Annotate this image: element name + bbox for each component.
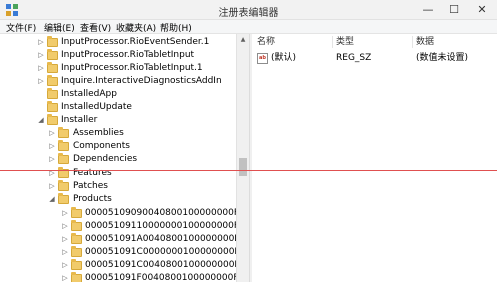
expand-arrow-icon[interactable]: ▷ xyxy=(61,233,69,246)
expand-arrow-icon[interactable]: ▷ xyxy=(61,220,69,233)
tree-item-label: InstalledApp xyxy=(61,89,117,99)
folder-icon xyxy=(47,75,58,86)
tree-item-label: 000051091A0040800100000000F01FEC xyxy=(85,234,249,244)
tree-item-label: Features xyxy=(73,168,112,178)
folder-icon xyxy=(71,246,82,257)
red-guide-line xyxy=(0,170,497,171)
folder-icon xyxy=(47,49,58,60)
menu-view[interactable]: 查看(V) xyxy=(80,21,111,34)
collapse-arrow-icon[interactable]: ◢ xyxy=(48,193,56,206)
tree-item[interactable]: ▷ Dependencies xyxy=(0,153,236,166)
scroll-up-arrow-icon[interactable]: ▲ xyxy=(237,34,249,46)
registry-values-pane: 名称 类型 数据 ab (默认) REG_SZ (数值未设置) xyxy=(252,34,497,282)
tree-item[interactable]: ▷ 000051091C0000000100000000F01FEC xyxy=(0,246,249,259)
expand-arrow-icon[interactable]: ▷ xyxy=(61,207,69,220)
tree-item[interactable]: ▷ 000051091C0040800100000000F01FEC xyxy=(0,259,249,272)
expand-arrow-icon[interactable]: ▷ xyxy=(61,259,69,272)
tree-item-label: Assemblies xyxy=(73,128,124,138)
tree-item-label: 000051091C0000000100000000F01FEC xyxy=(85,247,249,257)
maximize-button[interactable]: ☐ xyxy=(441,0,467,20)
tree-item[interactable]: ▷ InputProcessor.RioTabletInput.1 xyxy=(0,62,236,75)
tree-item[interactable]: ◢ Installer xyxy=(0,114,236,127)
registry-key-tree: ▷ InputProcessor.RioEventSender.1 ▷ Inpu… xyxy=(0,34,249,282)
tree-item[interactable]: ▷ Components xyxy=(0,140,236,153)
tree-item-label: InputProcessor.RioEventSender.1 xyxy=(61,37,210,47)
tree-item[interactable]: ◢ Products xyxy=(0,193,236,206)
value-data: (数值未设置) xyxy=(416,53,469,63)
menu-bar: 文件(F) 编辑(E) 查看(V) 收藏夹(A) 帮助(H) xyxy=(0,20,497,34)
tree-item[interactable]: ▷ Patches xyxy=(0,180,236,193)
expand-arrow-icon[interactable]: ▷ xyxy=(61,272,69,282)
folder-icon xyxy=(58,193,69,204)
tree-item-label: 00005109090040800100000000F01FEC xyxy=(85,208,249,218)
tree-item-label: InputProcessor.RioTabletInput xyxy=(61,50,195,60)
menu-file[interactable]: 文件(F) xyxy=(6,21,36,34)
tree-item-label: Installer xyxy=(61,115,98,125)
expand-arrow-icon[interactable]: ▷ xyxy=(48,153,56,166)
value-type: REG_SZ xyxy=(336,53,372,63)
tree-item-label: Products xyxy=(73,194,112,204)
value-name: (默认) xyxy=(271,53,297,63)
tree-item-label: InstalledUpdate xyxy=(61,102,132,112)
folder-icon xyxy=(47,101,58,112)
expand-arrow-icon[interactable]: ▷ xyxy=(61,246,69,259)
tree-item[interactable]: InstalledApp xyxy=(0,88,236,101)
tree-item[interactable]: ▷ 000051091F0040800100000000F01FEC xyxy=(0,272,249,282)
folder-icon xyxy=(58,127,69,138)
tree-item-label: Components xyxy=(73,141,130,151)
folder-icon xyxy=(71,272,82,282)
expand-arrow-icon[interactable]: ▷ xyxy=(37,75,45,88)
menu-favorites[interactable]: 收藏夹(A) xyxy=(116,21,156,34)
expand-arrow-icon[interactable]: ▷ xyxy=(37,62,45,75)
tree-item-label: Inquire.InteractiveDiagnosticsAddIn xyxy=(61,76,222,86)
collapse-arrow-icon[interactable]: ◢ xyxy=(37,114,45,127)
folder-icon xyxy=(47,62,58,73)
tree-item-label: InputProcessor.RioTabletInput.1 xyxy=(61,63,203,73)
tree-item-label: Dependencies xyxy=(73,154,138,164)
menu-edit[interactable]: 编辑(E) xyxy=(44,21,75,34)
folder-icon xyxy=(47,88,58,99)
tree-item-label: 00005109110000000100000000F01FEC xyxy=(85,221,249,231)
folder-icon xyxy=(71,233,82,244)
tree-item-label: 000051091C0040800100000000F01FEC xyxy=(85,260,249,270)
tree-item[interactable]: ▷ 000051091A0040800100000000F01FEC xyxy=(0,233,249,246)
tree-item-label: Patches xyxy=(73,181,108,191)
folder-icon xyxy=(71,259,82,270)
close-button[interactable]: ✕ xyxy=(467,0,497,20)
tree-item[interactable]: ▷ Inquire.InteractiveDiagnosticsAddIn xyxy=(0,75,236,88)
expand-arrow-icon[interactable]: ▷ xyxy=(48,180,56,193)
expand-arrow-icon[interactable]: ▷ xyxy=(48,167,56,180)
folder-icon xyxy=(47,114,58,125)
tree-item[interactable]: InstalledUpdate xyxy=(0,101,236,114)
tree-scrollbar[interactable]: ▲ xyxy=(236,34,249,282)
column-header-name[interactable]: 名称 xyxy=(257,34,275,50)
tree-item-label: 000051091F0040800100000000F01FEC xyxy=(85,273,249,282)
string-value-icon: ab xyxy=(257,53,268,64)
menu-help[interactable]: 帮助(H) xyxy=(160,21,192,34)
tree-item[interactable]: ▷ 00005109090040800100000000F01FEC xyxy=(0,207,249,220)
folder-icon xyxy=(58,153,69,164)
tree-item[interactable]: ▷ InputProcessor.RioEventSender.1 xyxy=(0,36,236,49)
scroll-thumb[interactable] xyxy=(239,158,247,176)
tree-item[interactable]: ▷ Assemblies xyxy=(0,127,236,140)
title-bar: 注册表编辑器 — ☐ ✕ xyxy=(0,0,497,20)
tree-item[interactable]: ▷ 00005109110000000100000000F01FEC xyxy=(0,220,249,233)
expand-arrow-icon[interactable]: ▷ xyxy=(37,49,45,62)
folder-icon xyxy=(47,36,58,47)
tree-item[interactable]: ▷ Features xyxy=(0,167,236,180)
column-header-data[interactable]: 数据 xyxy=(416,34,434,50)
folder-icon xyxy=(71,220,82,231)
minimize-button[interactable]: — xyxy=(415,0,441,20)
column-header-type[interactable]: 类型 xyxy=(336,34,354,50)
expand-arrow-icon[interactable]: ▷ xyxy=(48,140,56,153)
column-divider[interactable] xyxy=(412,36,413,48)
folder-icon xyxy=(71,207,82,218)
expand-arrow-icon[interactable]: ▷ xyxy=(37,36,45,49)
folder-icon xyxy=(58,180,69,191)
column-divider[interactable] xyxy=(332,36,333,48)
expand-arrow-icon[interactable]: ▷ xyxy=(48,127,56,140)
tree-item[interactable]: ▷ InputProcessor.RioTabletInput xyxy=(0,49,236,62)
folder-icon xyxy=(58,140,69,151)
